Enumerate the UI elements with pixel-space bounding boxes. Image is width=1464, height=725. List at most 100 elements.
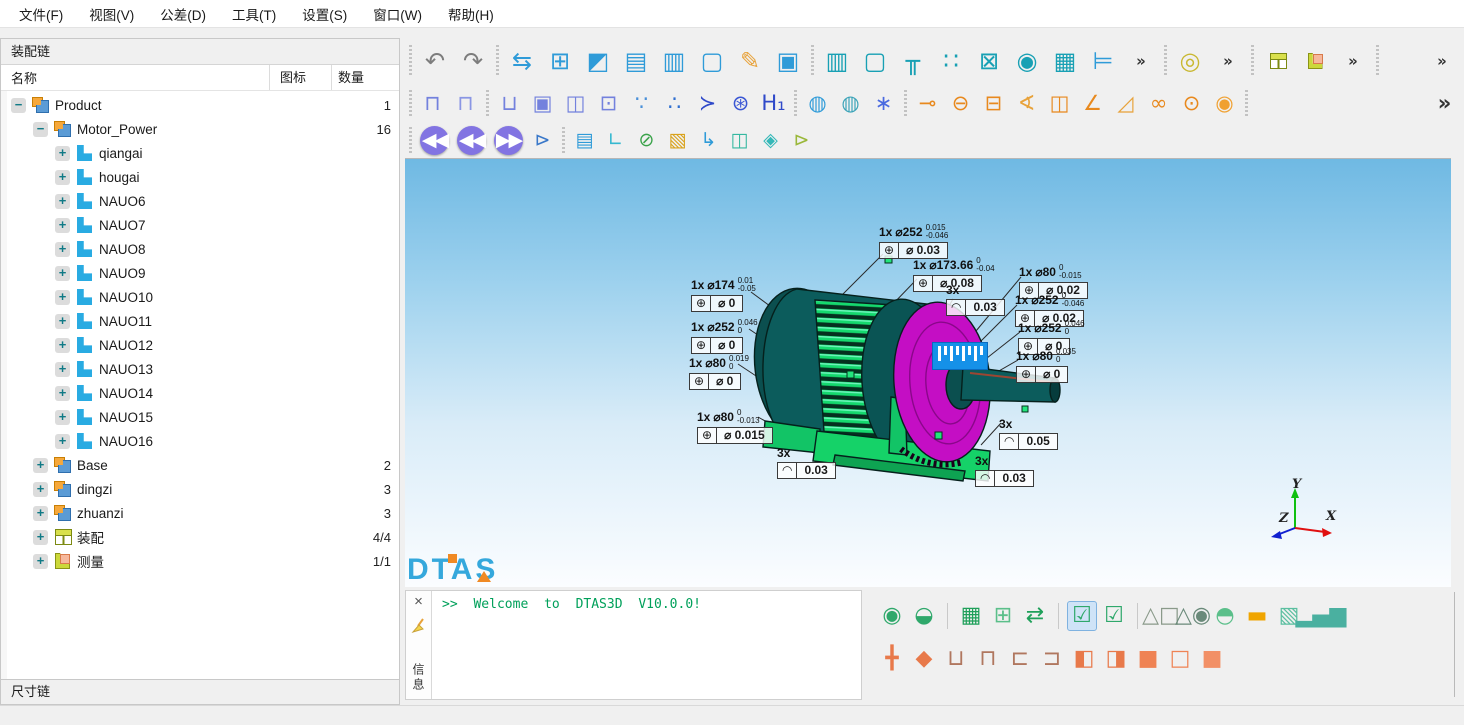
shapes-outline-button[interactable]: △□	[1146, 601, 1176, 631]
bind-cylinder-a-button[interactable]: ◍	[802, 88, 833, 119]
cube-in-box-button[interactable]: ▣	[527, 88, 558, 119]
tree-item-zhuanzi[interactable]: +zhuanzi3	[1, 501, 399, 525]
h1-label-button[interactable]: H₁	[758, 88, 789, 119]
expand-toggle[interactable]: +	[55, 170, 70, 185]
distance-tol-button[interactable]: ⊟	[978, 88, 1009, 119]
bottom-view-button[interactable]: ⊔	[941, 644, 971, 674]
expand-toggle[interactable]: +	[55, 386, 70, 401]
wireframe-view-button[interactable]: □	[1165, 644, 1195, 674]
collapse-toggle[interactable]: −	[11, 98, 26, 113]
tree-item-NAUO7[interactable]: +NAUO7	[1, 213, 399, 237]
scatter-parts-button[interactable]: ∟	[601, 126, 630, 155]
top-view-button[interactable]: ⊓	[973, 644, 1003, 674]
expand-toggle[interactable]: +	[33, 458, 48, 473]
tree-item-测量[interactable]: +测量1/1	[1, 549, 399, 573]
tree-item-Product[interactable]: −Product1	[1, 93, 399, 117]
supports-button[interactable]: ╥	[895, 43, 931, 79]
new-project-button[interactable]: ⊞	[542, 43, 578, 79]
clear-broom-icon[interactable]	[411, 618, 427, 637]
tree-item-NAUO11[interactable]: +NAUO11	[1, 309, 399, 333]
cube-pins-button[interactable]: ⊡	[593, 88, 624, 119]
tree-item-NAUO13[interactable]: +NAUO13	[1, 357, 399, 381]
collapse-toggle[interactable]: −	[33, 122, 48, 137]
expand-toggle[interactable]: +	[55, 242, 70, 257]
expand-toggle[interactable]: +	[55, 218, 70, 233]
concentric-rings-button[interactable]: ∞	[1143, 88, 1174, 119]
edit-document-button[interactable]: ✎	[732, 43, 768, 79]
tree-item-NAUO15[interactable]: +NAUO15	[1, 405, 399, 429]
iso-view-button[interactable]: ◆	[909, 644, 939, 674]
mesh-grid-button[interactable]: ▦	[1047, 43, 1083, 79]
bind-cylinder-b-button[interactable]: ◍	[835, 88, 866, 119]
scatter-star-button[interactable]: ∗	[868, 88, 899, 119]
export-document-button[interactable]: ▣	[770, 43, 806, 79]
skip-to-start-button[interactable]: ◀◀	[420, 126, 449, 155]
swap-views-button[interactable]: ⇄	[1020, 601, 1050, 631]
menu-view[interactable]: 视图(V)	[76, 0, 147, 28]
dimension-chain-tab[interactable]: 尺寸链	[1, 679, 399, 704]
measure-tool-button[interactable]	[1297, 43, 1333, 79]
close-icon[interactable]: ×	[414, 594, 423, 610]
overflow-datum[interactable]: »	[1210, 43, 1246, 79]
redo-button[interactable]: ↷	[455, 43, 491, 79]
tree-item-NAUO14[interactable]: +NAUO14	[1, 381, 399, 405]
expand-toggle[interactable]: +	[55, 290, 70, 305]
export-run-button[interactable]: ↳	[694, 126, 723, 155]
expand-toggle[interactable]: +	[33, 482, 48, 497]
tree-item-NAUO9[interactable]: +NAUO9	[1, 261, 399, 285]
column-icon[interactable]: 图标	[269, 65, 331, 90]
locator-pins-button[interactable]: ∵	[626, 88, 657, 119]
assembly-tool-button[interactable]	[1259, 43, 1295, 79]
gdt-callout-4[interactable]: 1x⌀1740.01-0.05⊕⌀ 0	[691, 278, 756, 312]
overflow-row1[interactable]: »	[1424, 43, 1460, 79]
tree-item-dingzi[interactable]: +dingzi3	[1, 477, 399, 501]
check-view-b-button[interactable]: ☑	[1099, 601, 1129, 631]
tree-item-qiangai[interactable]: +qiangai	[1, 141, 399, 165]
expand-toggle[interactable]: +	[55, 266, 70, 281]
expand-toggle[interactable]: +	[33, 554, 48, 569]
grid-outline-button[interactable]: ⊞	[988, 601, 1018, 631]
menu-settings[interactable]: 设置(S)	[289, 0, 360, 28]
tree-item-装配[interactable]: +装配4/4	[1, 525, 399, 549]
expand-toggle[interactable]: +	[33, 506, 48, 521]
fixture-b-button[interactable]: ⊓	[450, 88, 481, 119]
back-view-button[interactable]: ◨	[1101, 644, 1131, 674]
check-view-a-button[interactable]: ☑	[1067, 601, 1097, 631]
ruler-tool-button[interactable]: ▬	[1242, 601, 1272, 631]
report-compare-button[interactable]: ▥	[656, 43, 692, 79]
report-chart-button[interactable]: ▤	[618, 43, 654, 79]
menu-window[interactable]: 窗口(W)	[360, 0, 435, 28]
grid-all-button[interactable]: ▦	[956, 601, 986, 631]
document-frame-button[interactable]: ▢	[694, 43, 730, 79]
import-project-button[interactable]: ⇆	[504, 43, 540, 79]
gdt-callout-3[interactable]: 3x◠0.03	[946, 283, 1005, 316]
gdt-callout-10[interactable]: 3x◠0.03	[975, 454, 1034, 487]
show-magnify-button[interactable]: ◉	[877, 601, 907, 631]
panel-columns-button[interactable]: ▥	[819, 43, 855, 79]
tree-item-NAUO10[interactable]: +NAUO10	[1, 285, 399, 309]
left-view-button[interactable]: ⊏	[1005, 644, 1035, 674]
gdt-callout-14[interactable]: 1x⌀800.0350⊕⌀ 0	[1016, 349, 1076, 383]
gdt-callout-8[interactable]: 3x◠0.03	[777, 446, 836, 479]
platform-pins-button[interactable]: ⊔	[494, 88, 525, 119]
step-back-button[interactable]: ◀◀	[457, 126, 486, 155]
expand-toggle[interactable]: +	[33, 530, 48, 545]
surface-profile-button[interactable]: ◿	[1110, 88, 1141, 119]
fit-view-button[interactable]: ╋	[877, 644, 907, 674]
tree-item-NAUO12[interactable]: +NAUO12	[1, 333, 399, 357]
cube-3d-button[interactable]: ◈	[756, 126, 785, 155]
open-project-button[interactable]: ◩	[580, 43, 616, 79]
link-points-button[interactable]: ∴	[659, 88, 690, 119]
panel-window-button[interactable]: ▢	[857, 43, 893, 79]
parallel-planes-button[interactable]: ◫	[1044, 88, 1075, 119]
simulation-monitor-button[interactable]: ⊳	[528, 126, 557, 155]
expand-toggle[interactable]: +	[55, 434, 70, 449]
gdt-callout-1[interactable]: 1x⌀2520.015-0.046⊕⌀ 0.03	[879, 225, 948, 259]
ellipse-tol-button[interactable]: ⊙	[1176, 88, 1207, 119]
shapes-target-button[interactable]: △◉	[1178, 601, 1208, 631]
menu-file[interactable]: 文件(F)	[6, 0, 76, 28]
column-count[interactable]: 数量	[331, 65, 399, 90]
overflow-row2[interactable]: »	[1429, 88, 1460, 119]
gdt-callout-6[interactable]: 1x⌀800.0190⊕⌀ 0	[689, 356, 749, 390]
tree-item-NAUO8[interactable]: +NAUO8	[1, 237, 399, 261]
